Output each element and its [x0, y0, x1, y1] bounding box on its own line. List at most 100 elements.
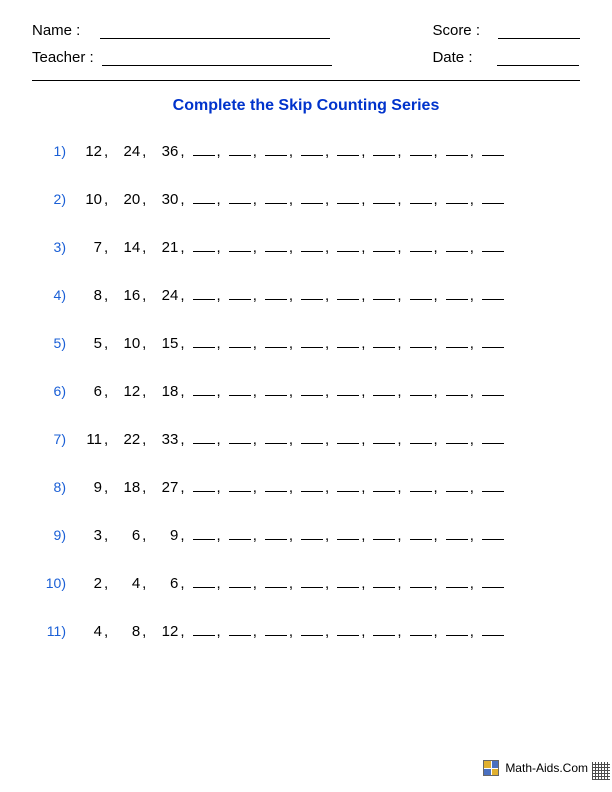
answer-blank[interactable] [410, 528, 432, 540]
answer-blank[interactable] [229, 528, 251, 540]
name-input-line[interactable] [100, 23, 330, 39]
answer-blank[interactable] [193, 144, 215, 156]
answer-blank[interactable] [446, 384, 468, 396]
answer-blank[interactable] [193, 288, 215, 300]
answer-blank[interactable] [265, 624, 287, 636]
answer-blank[interactable] [410, 576, 432, 588]
answer-blank[interactable] [229, 384, 251, 396]
answer-blank[interactable] [482, 288, 504, 300]
answer-blank[interactable] [446, 192, 468, 204]
answer-blank[interactable] [410, 288, 432, 300]
answer-blank[interactable] [337, 336, 359, 348]
answer-blank[interactable] [482, 336, 504, 348]
answer-blank[interactable] [301, 624, 323, 636]
answer-blank[interactable] [337, 288, 359, 300]
answer-blank[interactable] [482, 576, 504, 588]
answer-blank[interactable] [373, 144, 395, 156]
answer-blank[interactable] [410, 240, 432, 252]
answer-blank[interactable] [337, 432, 359, 444]
answer-blank[interactable] [229, 480, 251, 492]
answer-blank[interactable] [373, 480, 395, 492]
answer-blank[interactable] [301, 480, 323, 492]
answer-blank[interactable] [337, 528, 359, 540]
answer-blank[interactable] [446, 144, 468, 156]
answer-blank[interactable] [446, 240, 468, 252]
answer-blank[interactable] [410, 144, 432, 156]
answer-blank[interactable] [482, 528, 504, 540]
answer-blank[interactable] [337, 144, 359, 156]
answer-blank[interactable] [265, 480, 287, 492]
answer-blank[interactable] [229, 624, 251, 636]
answer-blank[interactable] [482, 240, 504, 252]
answer-blank[interactable] [482, 624, 504, 636]
answer-blank[interactable] [337, 192, 359, 204]
answer-blank[interactable] [410, 480, 432, 492]
answer-blank[interactable] [337, 240, 359, 252]
answer-blank[interactable] [446, 624, 468, 636]
answer-blank[interactable] [446, 576, 468, 588]
answer-blank[interactable] [373, 432, 395, 444]
answer-blank[interactable] [301, 432, 323, 444]
date-input-line[interactable] [497, 50, 579, 66]
answer-blank[interactable] [193, 336, 215, 348]
answer-blank[interactable] [301, 240, 323, 252]
score-input-line[interactable] [498, 23, 580, 39]
answer-blank[interactable] [265, 384, 287, 396]
answer-blank[interactable] [193, 528, 215, 540]
answer-blank[interactable] [265, 240, 287, 252]
answer-blank[interactable] [337, 480, 359, 492]
answer-blank[interactable] [265, 336, 287, 348]
answer-blank[interactable] [446, 288, 468, 300]
answer-blank[interactable] [193, 576, 215, 588]
answer-blank[interactable] [373, 336, 395, 348]
answer-blank[interactable] [229, 144, 251, 156]
answer-blank[interactable] [482, 432, 504, 444]
answer-blank[interactable] [373, 240, 395, 252]
answer-blank[interactable] [482, 384, 504, 396]
answer-blank[interactable] [373, 528, 395, 540]
answer-blank[interactable] [301, 384, 323, 396]
answer-blank[interactable] [337, 384, 359, 396]
answer-blank[interactable] [229, 288, 251, 300]
answer-blank[interactable] [337, 576, 359, 588]
answer-blank[interactable] [301, 144, 323, 156]
answer-blank[interactable] [265, 192, 287, 204]
answer-blank[interactable] [265, 144, 287, 156]
answer-blank[interactable] [193, 240, 215, 252]
answer-blank[interactable] [265, 528, 287, 540]
answer-blank[interactable] [446, 480, 468, 492]
answer-blank[interactable] [410, 384, 432, 396]
answer-blank[interactable] [446, 528, 468, 540]
answer-blank[interactable] [229, 576, 251, 588]
answer-blank[interactable] [373, 576, 395, 588]
answer-blank[interactable] [410, 192, 432, 204]
answer-blank[interactable] [482, 192, 504, 204]
answer-blank[interactable] [337, 624, 359, 636]
answer-blank[interactable] [301, 528, 323, 540]
answer-blank[interactable] [265, 288, 287, 300]
answer-blank[interactable] [410, 624, 432, 636]
answer-blank[interactable] [265, 432, 287, 444]
answer-blank[interactable] [193, 192, 215, 204]
answer-blank[interactable] [446, 432, 468, 444]
answer-blank[interactable] [301, 192, 323, 204]
answer-blank[interactable] [193, 432, 215, 444]
answer-blank[interactable] [193, 480, 215, 492]
answer-blank[interactable] [373, 624, 395, 636]
answer-blank[interactable] [373, 192, 395, 204]
answer-blank[interactable] [373, 384, 395, 396]
answer-blank[interactable] [446, 336, 468, 348]
answer-blank[interactable] [482, 480, 504, 492]
answer-blank[interactable] [410, 432, 432, 444]
teacher-input-line[interactable] [102, 50, 332, 66]
answer-blank[interactable] [193, 384, 215, 396]
answer-blank[interactable] [301, 576, 323, 588]
answer-blank[interactable] [229, 432, 251, 444]
answer-blank[interactable] [229, 336, 251, 348]
answer-blank[interactable] [373, 288, 395, 300]
answer-blank[interactable] [229, 192, 251, 204]
answer-blank[interactable] [301, 288, 323, 300]
answer-blank[interactable] [193, 624, 215, 636]
answer-blank[interactable] [482, 144, 504, 156]
answer-blank[interactable] [265, 576, 287, 588]
